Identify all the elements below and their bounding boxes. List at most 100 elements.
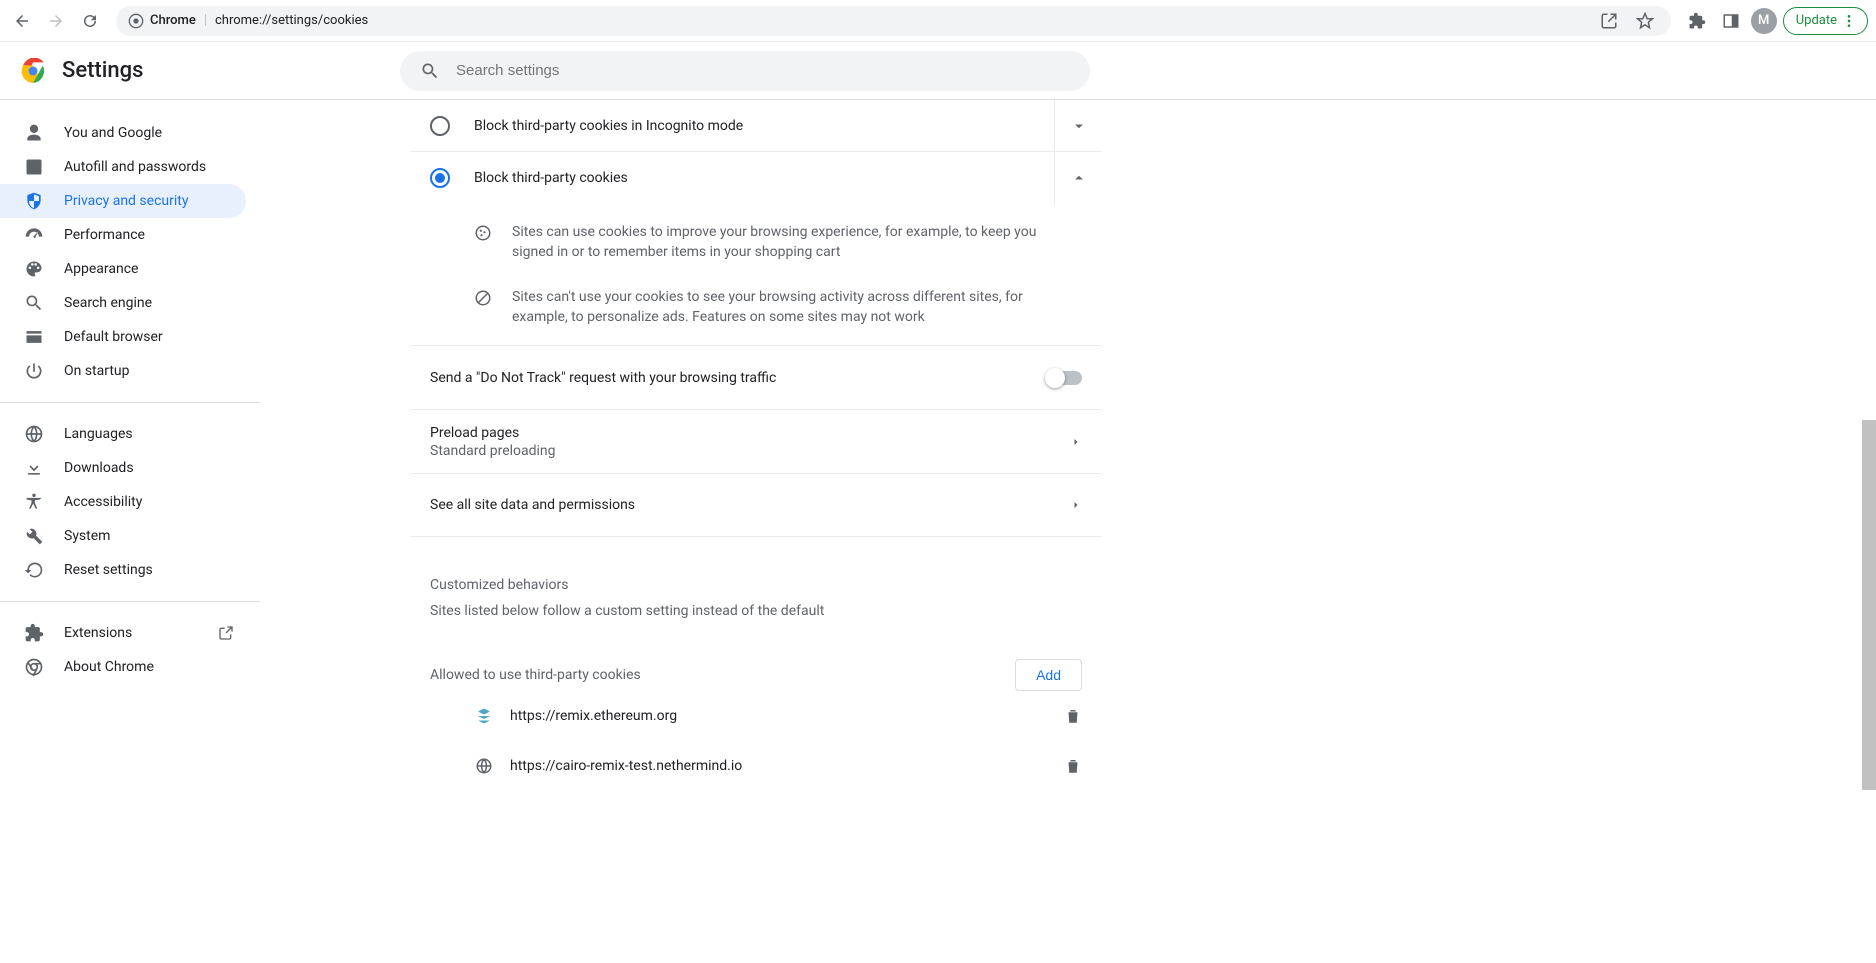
sidebar-item-appearance[interactable]: Appearance	[0, 252, 246, 286]
sidebar-item-on-startup[interactable]: On startup	[0, 354, 246, 388]
delete-site-button[interactable]	[1064, 707, 1082, 725]
dnt-toggle[interactable]	[1048, 371, 1082, 385]
sidebar-item-label: Reset settings	[64, 562, 153, 578]
chevron-up-icon	[1070, 169, 1088, 187]
collapse-button[interactable]	[1054, 152, 1102, 204]
do-not-track-row[interactable]: Send a "Do Not Track" request with your …	[410, 345, 1102, 409]
sidebar-item-extensions[interactable]: Extensions	[0, 616, 246, 650]
profile-avatar[interactable]: M	[1751, 8, 1777, 34]
sidebar-item-autofill-and-passwords[interactable]: Autofill and passwords	[0, 150, 246, 184]
search-icon	[420, 61, 440, 81]
sidebar-item-label: About Chrome	[64, 659, 154, 675]
detail-text: Sites can use cookies to improve your br…	[512, 222, 1070, 263]
see-all-label: See all site data and permissions	[430, 497, 1070, 513]
sidebar-item-accessibility[interactable]: Accessibility	[0, 485, 246, 519]
site-favicon-icon	[474, 707, 494, 725]
sidebar-item-label: Languages	[64, 426, 133, 442]
sidebar-item-privacy-and-security[interactable]: Privacy and security	[0, 184, 246, 218]
sidebar-item-label: Autofill and passwords	[64, 159, 206, 175]
sidebar-item-label: On startup	[64, 363, 130, 379]
chevron-right-icon	[1070, 499, 1082, 511]
download-icon	[24, 458, 44, 478]
wrench-icon	[24, 526, 44, 546]
customized-sub: Sites listed below follow a custom setti…	[430, 603, 1102, 619]
speed-icon	[24, 225, 44, 245]
globe-icon	[474, 757, 494, 775]
radio-icon	[430, 168, 450, 188]
url-path: chrome://settings/cookies	[215, 13, 368, 28]
radio-icon	[430, 116, 450, 136]
browser-toolbar: Chrome | chrome://settings/cookies M Upd…	[0, 0, 1876, 42]
shield-icon	[24, 191, 44, 211]
panel-icon[interactable]	[1717, 7, 1745, 35]
extension-icon	[24, 623, 44, 643]
site-identity: Chrome	[128, 13, 196, 29]
sidebar-item-label: Extensions	[64, 625, 132, 641]
radio-block-incognito[interactable]: Block third-party cookies in Incognito m…	[410, 100, 1102, 152]
block-details: Sites can use cookies to improve your br…	[410, 204, 1102, 345]
extensions-puzzle-icon[interactable]	[1683, 7, 1711, 35]
settings-search-input[interactable]	[456, 62, 1070, 79]
preload-pages-row[interactable]: Preload pages Standard preloading	[410, 409, 1102, 473]
site-url: https://cairo-remix-test.nethermind.io	[510, 758, 1064, 774]
expand-button[interactable]	[1054, 100, 1102, 151]
accessibility-icon	[24, 492, 44, 512]
radio-label: Block third-party cookies in Incognito m…	[474, 118, 1046, 134]
sidebar-item-label: System	[64, 528, 110, 544]
detail-text: Sites can't use your cookies to see your…	[512, 287, 1070, 328]
sidebar-item-label: Default browser	[64, 329, 163, 345]
trash-icon	[1064, 757, 1082, 775]
block-icon	[474, 287, 492, 328]
sidebar-item-performance[interactable]: Performance	[0, 218, 246, 252]
see-all-site-data-row[interactable]: See all site data and permissions	[410, 473, 1102, 537]
preload-sub: Standard preloading	[430, 443, 1070, 459]
url-protocol-label: Chrome	[150, 13, 196, 28]
address-bar[interactable]: Chrome | chrome://settings/cookies	[116, 6, 1671, 36]
update-label: Update	[1796, 13, 1837, 28]
chevron-down-icon	[1070, 117, 1088, 135]
forward-button[interactable]	[42, 7, 70, 35]
sidebar-item-system[interactable]: System	[0, 519, 246, 553]
scrollbar-thumb[interactable]	[1862, 420, 1876, 790]
bookmark-star-icon[interactable]	[1631, 7, 1659, 35]
sidebar-item-label: Privacy and security	[64, 193, 188, 209]
preload-title: Preload pages	[430, 425, 1070, 441]
dnt-label: Send a "Do Not Track" request with your …	[430, 370, 1048, 386]
browser-icon	[24, 327, 44, 347]
assignment-icon	[24, 157, 44, 177]
sidebar-item-reset-settings[interactable]: Reset settings	[0, 553, 246, 587]
sidebar-item-languages[interactable]: Languages	[0, 417, 246, 451]
person-icon	[24, 123, 44, 143]
sidebar-item-about-chrome[interactable]: About Chrome	[0, 650, 246, 684]
back-button[interactable]	[8, 7, 36, 35]
chrome-logo-icon	[20, 58, 46, 84]
delete-site-button[interactable]	[1064, 757, 1082, 775]
sidebar-item-default-browser[interactable]: Default browser	[0, 320, 246, 354]
sidebar-item-label: Accessibility	[64, 494, 142, 510]
chevron-right-icon	[1070, 436, 1082, 448]
palette-icon	[24, 259, 44, 279]
radio-block-third-party[interactable]: Block third-party cookies	[410, 152, 1102, 204]
allowed-site-row[interactable]: https://cairo-remix-test.nethermind.io	[410, 741, 1102, 791]
allowed-heading: Allowed to use third-party cookies	[430, 667, 641, 683]
add-site-button[interactable]: Add	[1015, 659, 1082, 691]
open-external-icon	[218, 625, 234, 641]
sidebar-item-label: Performance	[64, 227, 145, 243]
allowed-site-row[interactable]: https://remix.ethereum.org	[410, 691, 1102, 741]
settings-sidebar: You and Google Autofill and passwords Priv…	[0, 100, 260, 963]
update-button[interactable]: Update	[1783, 7, 1868, 35]
globe-icon	[24, 424, 44, 444]
site-url: https://remix.ethereum.org	[510, 708, 1064, 724]
sidebar-item-search-engine[interactable]: Search engine	[0, 286, 246, 320]
restore-icon	[24, 560, 44, 580]
page-title: Settings	[62, 58, 143, 83]
settings-search[interactable]	[400, 51, 1090, 91]
sidebar-item-you-and-google[interactable]: You and Google	[0, 116, 246, 150]
share-icon[interactable]	[1595, 7, 1623, 35]
search-icon	[24, 293, 44, 313]
settings-header: Settings	[0, 42, 1876, 100]
sidebar-item-downloads[interactable]: Downloads	[0, 451, 246, 485]
sidebar-item-label: Downloads	[64, 460, 134, 476]
reload-button[interactable]	[76, 7, 104, 35]
sidebar-item-label: Appearance	[64, 261, 138, 277]
